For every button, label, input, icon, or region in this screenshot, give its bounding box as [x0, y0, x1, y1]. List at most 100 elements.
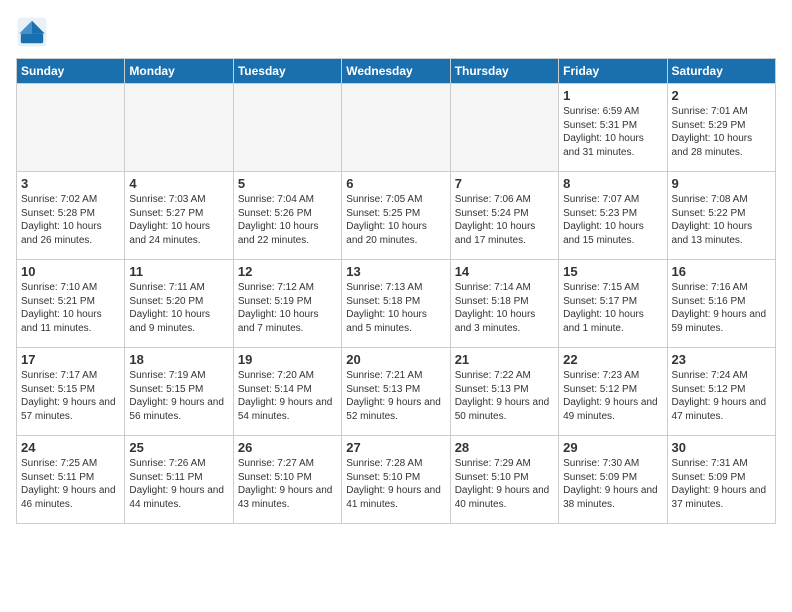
- cell-info: Sunrise: 7:24 AMSunset: 5:12 PMDaylight:…: [672, 369, 771, 423]
- cell-info: Sunrise: 7:12 AMSunset: 5:19 PMDaylight:…: [238, 281, 337, 335]
- calendar-week-3: 17 Sunrise: 7:17 AMSunset: 5:15 PMDayligh…: [17, 348, 776, 436]
- cell-info: Sunrise: 7:22 AMSunset: 5:13 PMDaylight:…: [455, 369, 554, 423]
- calendar-cell: 4Sunrise: 7:03 AMSunset: 5:27 PMDaylight…: [125, 172, 233, 260]
- day-number: 7: [455, 176, 554, 191]
- cell-info: Sunrise: 7:20 AMSunset: 5:14 PMDaylight:…: [238, 369, 337, 423]
- cell-info: Sunrise: 7:01 AMSunset: 5:29 PMDaylight:…: [672, 105, 771, 159]
- cell-info: Sunrise: 7:28 AMSunset: 5:10 PMDaylight:…: [346, 457, 445, 511]
- cell-info: Sunrise: 7:07 AMSunset: 5:23 PMDaylight:…: [563, 193, 662, 247]
- cell-info: Sunrise: 7:04 AMSunset: 5:26 PMDaylight:…: [238, 193, 337, 247]
- calendar-cell: 6 Sunrise: 7:05 AMSunset: 5:25 PMDaylight…: [342, 172, 450, 260]
- calendar-cell: 12 Sunrise: 7:12 AMSunset: 5:19 PMDayligh…: [233, 260, 341, 348]
- column-header-wednesday: Wednesday: [342, 59, 450, 84]
- cell-info: Sunrise: 7:17 AMSunset: 5:15 PMDaylight:…: [21, 369, 120, 423]
- cell-info: Sunrise: 7:06 AMSunset: 5:24 PMDaylight:…: [455, 193, 554, 247]
- day-number: 12: [238, 264, 337, 279]
- day-number: 26: [238, 440, 337, 455]
- cell-info: Sunrise: 7:02 AMSunset: 5:28 PMDaylight:…: [21, 193, 120, 247]
- calendar-cell: 22 Sunrise: 7:23 AMSunset: 5:12 PMDayligh…: [559, 348, 667, 436]
- day-number: 27: [346, 440, 445, 455]
- calendar-cell: 30Sunrise: 7:31 AMSunset: 5:09 PMDayligh…: [667, 436, 775, 524]
- day-number: 29: [563, 440, 662, 455]
- day-number: 20: [346, 352, 445, 367]
- calendar-cell: 1 Sunrise: 6:59 AMSunset: 5:31 PMDaylight…: [559, 84, 667, 172]
- calendar-cell: 5 Sunrise: 7:04 AMSunset: 5:26 PMDaylight…: [233, 172, 341, 260]
- calendar-week-2: 10 Sunrise: 7:10 AMSunset: 5:21 PMDayligh…: [17, 260, 776, 348]
- calendar-cell: 24 Sunrise: 7:25 AMSunset: 5:11 PMDayligh…: [17, 436, 125, 524]
- calendar-cell: 27 Sunrise: 7:28 AMSunset: 5:10 PMDayligh…: [342, 436, 450, 524]
- cell-info: Sunrise: 7:29 AMSunset: 5:10 PMDaylight:…: [455, 457, 554, 511]
- calendar-table: SundayMondayTuesdayWednesdayThursdayFrid…: [16, 58, 776, 524]
- day-number: 24: [21, 440, 120, 455]
- calendar-cell: 3 Sunrise: 7:02 AMSunset: 5:28 PMDaylight…: [17, 172, 125, 260]
- cell-info: Sunrise: 7:30 AMSunset: 5:09 PMDaylight:…: [563, 457, 662, 511]
- calendar-cell: 20 Sunrise: 7:21 AMSunset: 5:13 PMDayligh…: [342, 348, 450, 436]
- calendar-cell: 29 Sunrise: 7:30 AMSunset: 5:09 PMDayligh…: [559, 436, 667, 524]
- cell-info: Sunrise: 7:05 AMSunset: 5:25 PMDaylight:…: [346, 193, 445, 247]
- column-header-thursday: Thursday: [450, 59, 558, 84]
- cell-info: Sunrise: 6:59 AMSunset: 5:31 PMDaylight:…: [563, 105, 662, 159]
- day-number: 28: [455, 440, 554, 455]
- calendar-week-1: 3 Sunrise: 7:02 AMSunset: 5:28 PMDaylight…: [17, 172, 776, 260]
- day-number: 3: [21, 176, 120, 191]
- cell-info: Sunrise: 7:14 AMSunset: 5:18 PMDaylight:…: [455, 281, 554, 335]
- cell-info: Sunrise: 7:11 AMSunset: 5:20 PMDaylight:…: [129, 281, 228, 335]
- cell-info: Sunrise: 7:15 AMSunset: 5:17 PMDaylight:…: [563, 281, 662, 335]
- day-number: 25: [129, 440, 228, 455]
- cell-info: Sunrise: 7:16 AMSunset: 5:16 PMDaylight:…: [672, 281, 771, 335]
- day-number: 17: [21, 352, 120, 367]
- calendar-cell: [342, 84, 450, 172]
- day-number: 9: [672, 176, 771, 191]
- calendar-week-4: 24 Sunrise: 7:25 AMSunset: 5:11 PMDayligh…: [17, 436, 776, 524]
- day-number: 22: [563, 352, 662, 367]
- cell-info: Sunrise: 7:23 AMSunset: 5:12 PMDaylight:…: [563, 369, 662, 423]
- calendar-cell: 17 Sunrise: 7:17 AMSunset: 5:15 PMDayligh…: [17, 348, 125, 436]
- calendar-cell: 18 Sunrise: 7:19 AMSunset: 5:15 PMDayligh…: [125, 348, 233, 436]
- calendar-cell: 28 Sunrise: 7:29 AMSunset: 5:10 PMDayligh…: [450, 436, 558, 524]
- cell-info: Sunrise: 7:19 AMSunset: 5:15 PMDaylight:…: [129, 369, 228, 423]
- cell-info: Sunrise: 7:13 AMSunset: 5:18 PMDaylight:…: [346, 281, 445, 335]
- cell-info: Sunrise: 7:10 AMSunset: 5:21 PMDaylight:…: [21, 281, 120, 335]
- logo: [16, 16, 52, 48]
- calendar-cell: 11 Sunrise: 7:11 AMSunset: 5:20 PMDayligh…: [125, 260, 233, 348]
- column-header-saturday: Saturday: [667, 59, 775, 84]
- day-number: 10: [21, 264, 120, 279]
- calendar-cell: 26 Sunrise: 7:27 AMSunset: 5:10 PMDayligh…: [233, 436, 341, 524]
- calendar-cell: [450, 84, 558, 172]
- calendar-cell: 7 Sunrise: 7:06 AMSunset: 5:24 PMDaylight…: [450, 172, 558, 260]
- cell-info: Sunrise: 7:21 AMSunset: 5:13 PMDaylight:…: [346, 369, 445, 423]
- day-number: 1: [563, 88, 662, 103]
- calendar-header-row: SundayMondayTuesdayWednesdayThursdayFrid…: [17, 59, 776, 84]
- day-number: 4: [129, 176, 228, 191]
- calendar-cell: 10 Sunrise: 7:10 AMSunset: 5:21 PMDayligh…: [17, 260, 125, 348]
- column-header-sunday: Sunday: [17, 59, 125, 84]
- page-header: [16, 16, 776, 48]
- calendar-cell: 21 Sunrise: 7:22 AMSunset: 5:13 PMDayligh…: [450, 348, 558, 436]
- calendar-cell: 16 Sunrise: 7:16 AMSunset: 5:16 PMDayligh…: [667, 260, 775, 348]
- calendar-cell: 25Sunrise: 7:26 AMSunset: 5:11 PMDayligh…: [125, 436, 233, 524]
- day-number: 11: [129, 264, 228, 279]
- day-number: 8: [563, 176, 662, 191]
- calendar-cell: 13 Sunrise: 7:13 AMSunset: 5:18 PMDayligh…: [342, 260, 450, 348]
- day-number: 21: [455, 352, 554, 367]
- calendar-cell: 15Sunrise: 7:15 AMSunset: 5:17 PMDayligh…: [559, 260, 667, 348]
- calendar-cell: 8 Sunrise: 7:07 AMSunset: 5:23 PMDaylight…: [559, 172, 667, 260]
- column-header-monday: Monday: [125, 59, 233, 84]
- day-number: 13: [346, 264, 445, 279]
- calendar-cell: 23 Sunrise: 7:24 AMSunset: 5:12 PMDayligh…: [667, 348, 775, 436]
- calendar-cell: 9 Sunrise: 7:08 AMSunset: 5:22 PMDaylight…: [667, 172, 775, 260]
- day-number: 18: [129, 352, 228, 367]
- day-number: 5: [238, 176, 337, 191]
- cell-info: Sunrise: 7:27 AMSunset: 5:10 PMDaylight:…: [238, 457, 337, 511]
- cell-info: Sunrise: 7:25 AMSunset: 5:11 PMDaylight:…: [21, 457, 120, 511]
- cell-info: Sunrise: 7:31 AMSunset: 5:09 PMDaylight:…: [672, 457, 771, 511]
- day-number: 23: [672, 352, 771, 367]
- column-header-tuesday: Tuesday: [233, 59, 341, 84]
- day-number: 19: [238, 352, 337, 367]
- day-number: 16: [672, 264, 771, 279]
- day-number: 6: [346, 176, 445, 191]
- cell-info: Sunrise: 7:08 AMSunset: 5:22 PMDaylight:…: [672, 193, 771, 247]
- logo-icon: [16, 16, 48, 48]
- calendar-cell: 2Sunrise: 7:01 AMSunset: 5:29 PMDaylight…: [667, 84, 775, 172]
- column-header-friday: Friday: [559, 59, 667, 84]
